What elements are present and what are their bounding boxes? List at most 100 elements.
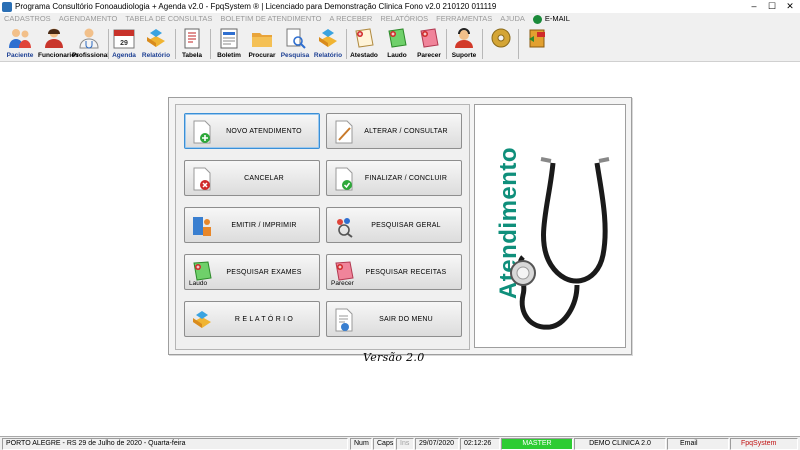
- doctor-icon: [79, 28, 99, 49]
- toolbar-tabela-button[interactable]: Tabela: [178, 27, 206, 61]
- menu-tabela-consultas[interactable]: TABELA DE CONSULTAS: [121, 13, 216, 25]
- toolbar-boletim-button[interactable]: Boletim: [214, 27, 244, 61]
- report-stack-icon: [193, 311, 211, 328]
- stethoscope-icon: [510, 157, 610, 330]
- exit-icon: [529, 29, 545, 48]
- table-icon: [184, 28, 200, 49]
- toolbar-laudo-button[interactable]: Laudo: [382, 27, 412, 61]
- toolbar: Paciente Funcionarios Profissional 29 Ag…: [0, 25, 800, 62]
- relatorio-label: R E L A T Ó R I O: [234, 315, 294, 323]
- menu-a-receber[interactable]: A RECEBER: [325, 13, 376, 25]
- novo-atendimento-button[interactable]: NOVO ATENDIMENTO: [184, 113, 320, 149]
- minimize-button[interactable]: –: [745, 0, 763, 13]
- cancelar-button[interactable]: CANCELAR: [184, 160, 320, 196]
- novo-atendimento-label: NOVO ATENDIMENTO: [226, 127, 302, 135]
- print-person-icon: [193, 217, 211, 236]
- menu-cadastros[interactable]: CADASTROS: [0, 13, 55, 25]
- pesquisar-receitas-label: PESQUISAR RECEITAS: [365, 268, 447, 276]
- gold-disc-icon: [491, 28, 511, 48]
- toolbar-separator: [482, 29, 483, 59]
- toolbar-profissional-button[interactable]: Profissional: [72, 27, 109, 61]
- toolbar-atestado-button[interactable]: Atestado: [348, 27, 380, 61]
- maximize-button[interactable]: ☐: [763, 0, 781, 13]
- email-icon: [532, 14, 542, 24]
- pesquisar-exames-label: PESQUISAR EXAMES: [226, 268, 302, 276]
- pesquisar-exames-button[interactable]: PESQUISAR EXAMES Laudo: [184, 254, 320, 290]
- alterar-consultar-label: ALTERAR / CONSULTAR: [364, 127, 448, 135]
- status-company: DEMO CLINICA 2.0: [574, 438, 666, 450]
- finalizar-concluir-button[interactable]: FINALIZAR / CONCLUIR: [326, 160, 462, 196]
- menu-email[interactable]: E-MAIL: [529, 13, 574, 25]
- menu-relatorios[interactable]: RELATÓRIOS: [376, 13, 432, 25]
- toolbar-suporte-button[interactable]: Suporte: [450, 27, 478, 61]
- status-brand-label: FpqSystem: [741, 440, 777, 447]
- finalizar-concluir-label: FINALIZAR / CONCLUIR: [364, 174, 448, 182]
- folder-icon: [252, 33, 272, 47]
- toolbar-separator: [108, 29, 109, 59]
- parecer-sub-label: Parecer: [331, 280, 354, 287]
- status-bar: PORTO ALEGRE - RS 29 de Julho de 2020 - …: [0, 436, 800, 450]
- emitir-imprimir-label: EMITIR / IMPRIMIR: [231, 221, 297, 229]
- menu-ajuda[interactable]: AJUDA: [496, 13, 529, 25]
- toolbar-gold-disc-button[interactable]: [488, 27, 514, 61]
- toolbar-exit-button[interactable]: [524, 27, 552, 61]
- sair-do-menu-label: SAIR DO MENU: [379, 315, 433, 323]
- sair-do-menu-button[interactable]: SAIR DO MENU: [326, 301, 462, 337]
- status-user-badge: MASTER: [501, 438, 573, 450]
- app-icon: [2, 1, 12, 12]
- search-people-icon: [337, 218, 353, 238]
- toolbar-separator: [175, 29, 176, 59]
- toolbar-separator: [446, 29, 447, 59]
- menu-bar: CADASTROS AGENDAMENTO TABELA DE CONSULTA…: [0, 13, 800, 25]
- exit-document-icon: [335, 308, 353, 332]
- toolbar-funcionarios-button[interactable]: Funcionarios: [38, 27, 79, 61]
- status-ins: Ins: [396, 438, 414, 450]
- status-email[interactable]: Email: [667, 438, 729, 450]
- menu-boletim[interactable]: BOLETIM DE ATENDIMENTO: [216, 13, 325, 25]
- calendar-icon: 29: [113, 29, 135, 49]
- report-icon-2: [319, 29, 337, 47]
- laudo-icon: [388, 28, 407, 48]
- users-icon: [9, 29, 31, 48]
- pesquisar-geral-button[interactable]: PESQUISAR GERAL: [326, 207, 462, 243]
- status-time: 02:12:26: [460, 438, 500, 450]
- atendimento-illustration: Atendimento: [474, 104, 626, 348]
- pesquisar-receitas-button[interactable]: PESQUISAR RECEITAS Parecer: [326, 254, 462, 290]
- support-icon: [455, 28, 473, 48]
- status-brand: FpqSystem: [730, 438, 798, 450]
- toolbar-separator: [518, 29, 519, 59]
- status-caps: Caps: [373, 438, 395, 450]
- pesquisar-geral-label: PESQUISAR GERAL: [371, 221, 441, 229]
- buttons-group: NOVO ATENDIMENTO ALTERAR / CONSULTAR CAN…: [175, 104, 470, 350]
- check-document-icon: [335, 167, 353, 191]
- status-email-label: Email: [680, 440, 698, 447]
- parecer-icon: [420, 28, 439, 48]
- close-button[interactable]: ✕: [781, 0, 799, 13]
- toolbar-parecer-button[interactable]: Parecer: [414, 27, 444, 61]
- menu-ferramentas[interactable]: FERRAMENTAS: [432, 13, 496, 25]
- svg-text:29: 29: [120, 40, 128, 47]
- report-icon: [147, 29, 165, 47]
- toolbar-procurar-button[interactable]: Procurar: [246, 27, 278, 61]
- certificate-icon: [355, 28, 374, 48]
- menu-agendamento[interactable]: AGENDAMENTO: [55, 13, 122, 25]
- toolbar-separator: [346, 29, 347, 59]
- alterar-consultar-button[interactable]: ALTERAR / CONSULTAR: [326, 113, 462, 149]
- employee-icon: [45, 28, 63, 48]
- version-label: Versão 2.0: [363, 351, 425, 364]
- title-bar: Programa Consultório Fonoaudiologia + Ag…: [0, 0, 800, 13]
- edit-document-icon: [335, 120, 353, 144]
- toolbar-agenda-button[interactable]: 29 Agenda: [110, 27, 138, 61]
- toolbar-relatorio-button[interactable]: Relatório: [140, 27, 172, 61]
- emitir-imprimir-button[interactable]: EMITIR / IMPRIMIR: [184, 207, 320, 243]
- toolbar-relatorio2-button[interactable]: Relatório: [312, 27, 344, 61]
- toolbar-separator: [210, 29, 211, 59]
- search-doc-icon: [286, 28, 306, 49]
- toolbar-pesquisa-button[interactable]: Pesquisa: [280, 27, 310, 61]
- status-num: Num: [350, 438, 372, 450]
- new-document-icon: [193, 120, 211, 144]
- toolbar-paciente-button[interactable]: Paciente: [4, 27, 36, 61]
- window-title: Programa Consultório Fonoaudiologia + Ag…: [15, 2, 497, 11]
- relatorio-button[interactable]: R E L A T Ó R I O: [184, 301, 320, 337]
- laudo-sub-label: Laudo: [189, 280, 208, 287]
